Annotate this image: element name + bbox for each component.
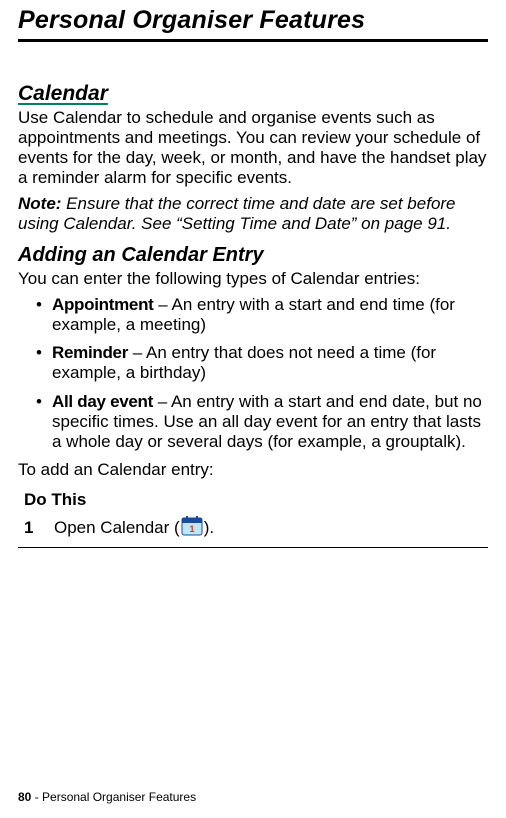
footer-section: Personal Organiser Features [42,790,196,804]
step-number: 1 [24,518,40,538]
steps-header: Do This [24,490,488,510]
list-item: • Appointment – An entry with a start an… [52,295,488,335]
footer-sep: - [31,790,42,804]
step-text-before: Open Calendar ( [54,518,180,538]
calendar-intro: Use Calendar to schedule and organise ev… [18,108,488,188]
page-title: Personal Organiser Features [18,6,488,35]
entry-type-label: Appointment [52,295,154,314]
to-add-text: To add an Calendar entry: [18,460,488,480]
bullet-marker: • [36,295,42,315]
bullet-marker: • [36,343,42,363]
step-text-after: ). [204,518,214,538]
step-text: Open Calendar ( 1 ). [54,516,214,541]
calendar-note: Note: Ensure that the correct time and d… [18,194,488,234]
heading-adding-entry: Adding an Calendar Entry [18,244,488,267]
entry-types-list: • Appointment – An entry with a start an… [18,295,488,451]
entry-type-label: Reminder [52,343,128,362]
heading-calendar: Calendar [18,82,488,106]
note-text: Ensure that the correct time and date ar… [18,194,456,233]
title-rule [18,39,488,42]
entry-type-label: All day event [52,392,153,411]
page-footer: 80 - Personal Organiser Features [18,790,196,804]
svg-text:1: 1 [189,524,194,534]
calendar-icon: 1 [181,516,203,541]
list-item: • All day event – An entry with a start … [52,392,488,452]
step-row: 1 Open Calendar ( 1 ). [18,512,488,548]
list-item: • Reminder – An entry that does not need… [52,343,488,383]
note-label: Note: [18,194,61,213]
adding-intro: You can enter the following types of Cal… [18,269,488,289]
footer-page-number: 80 [18,790,31,804]
bullet-marker: • [36,392,42,412]
